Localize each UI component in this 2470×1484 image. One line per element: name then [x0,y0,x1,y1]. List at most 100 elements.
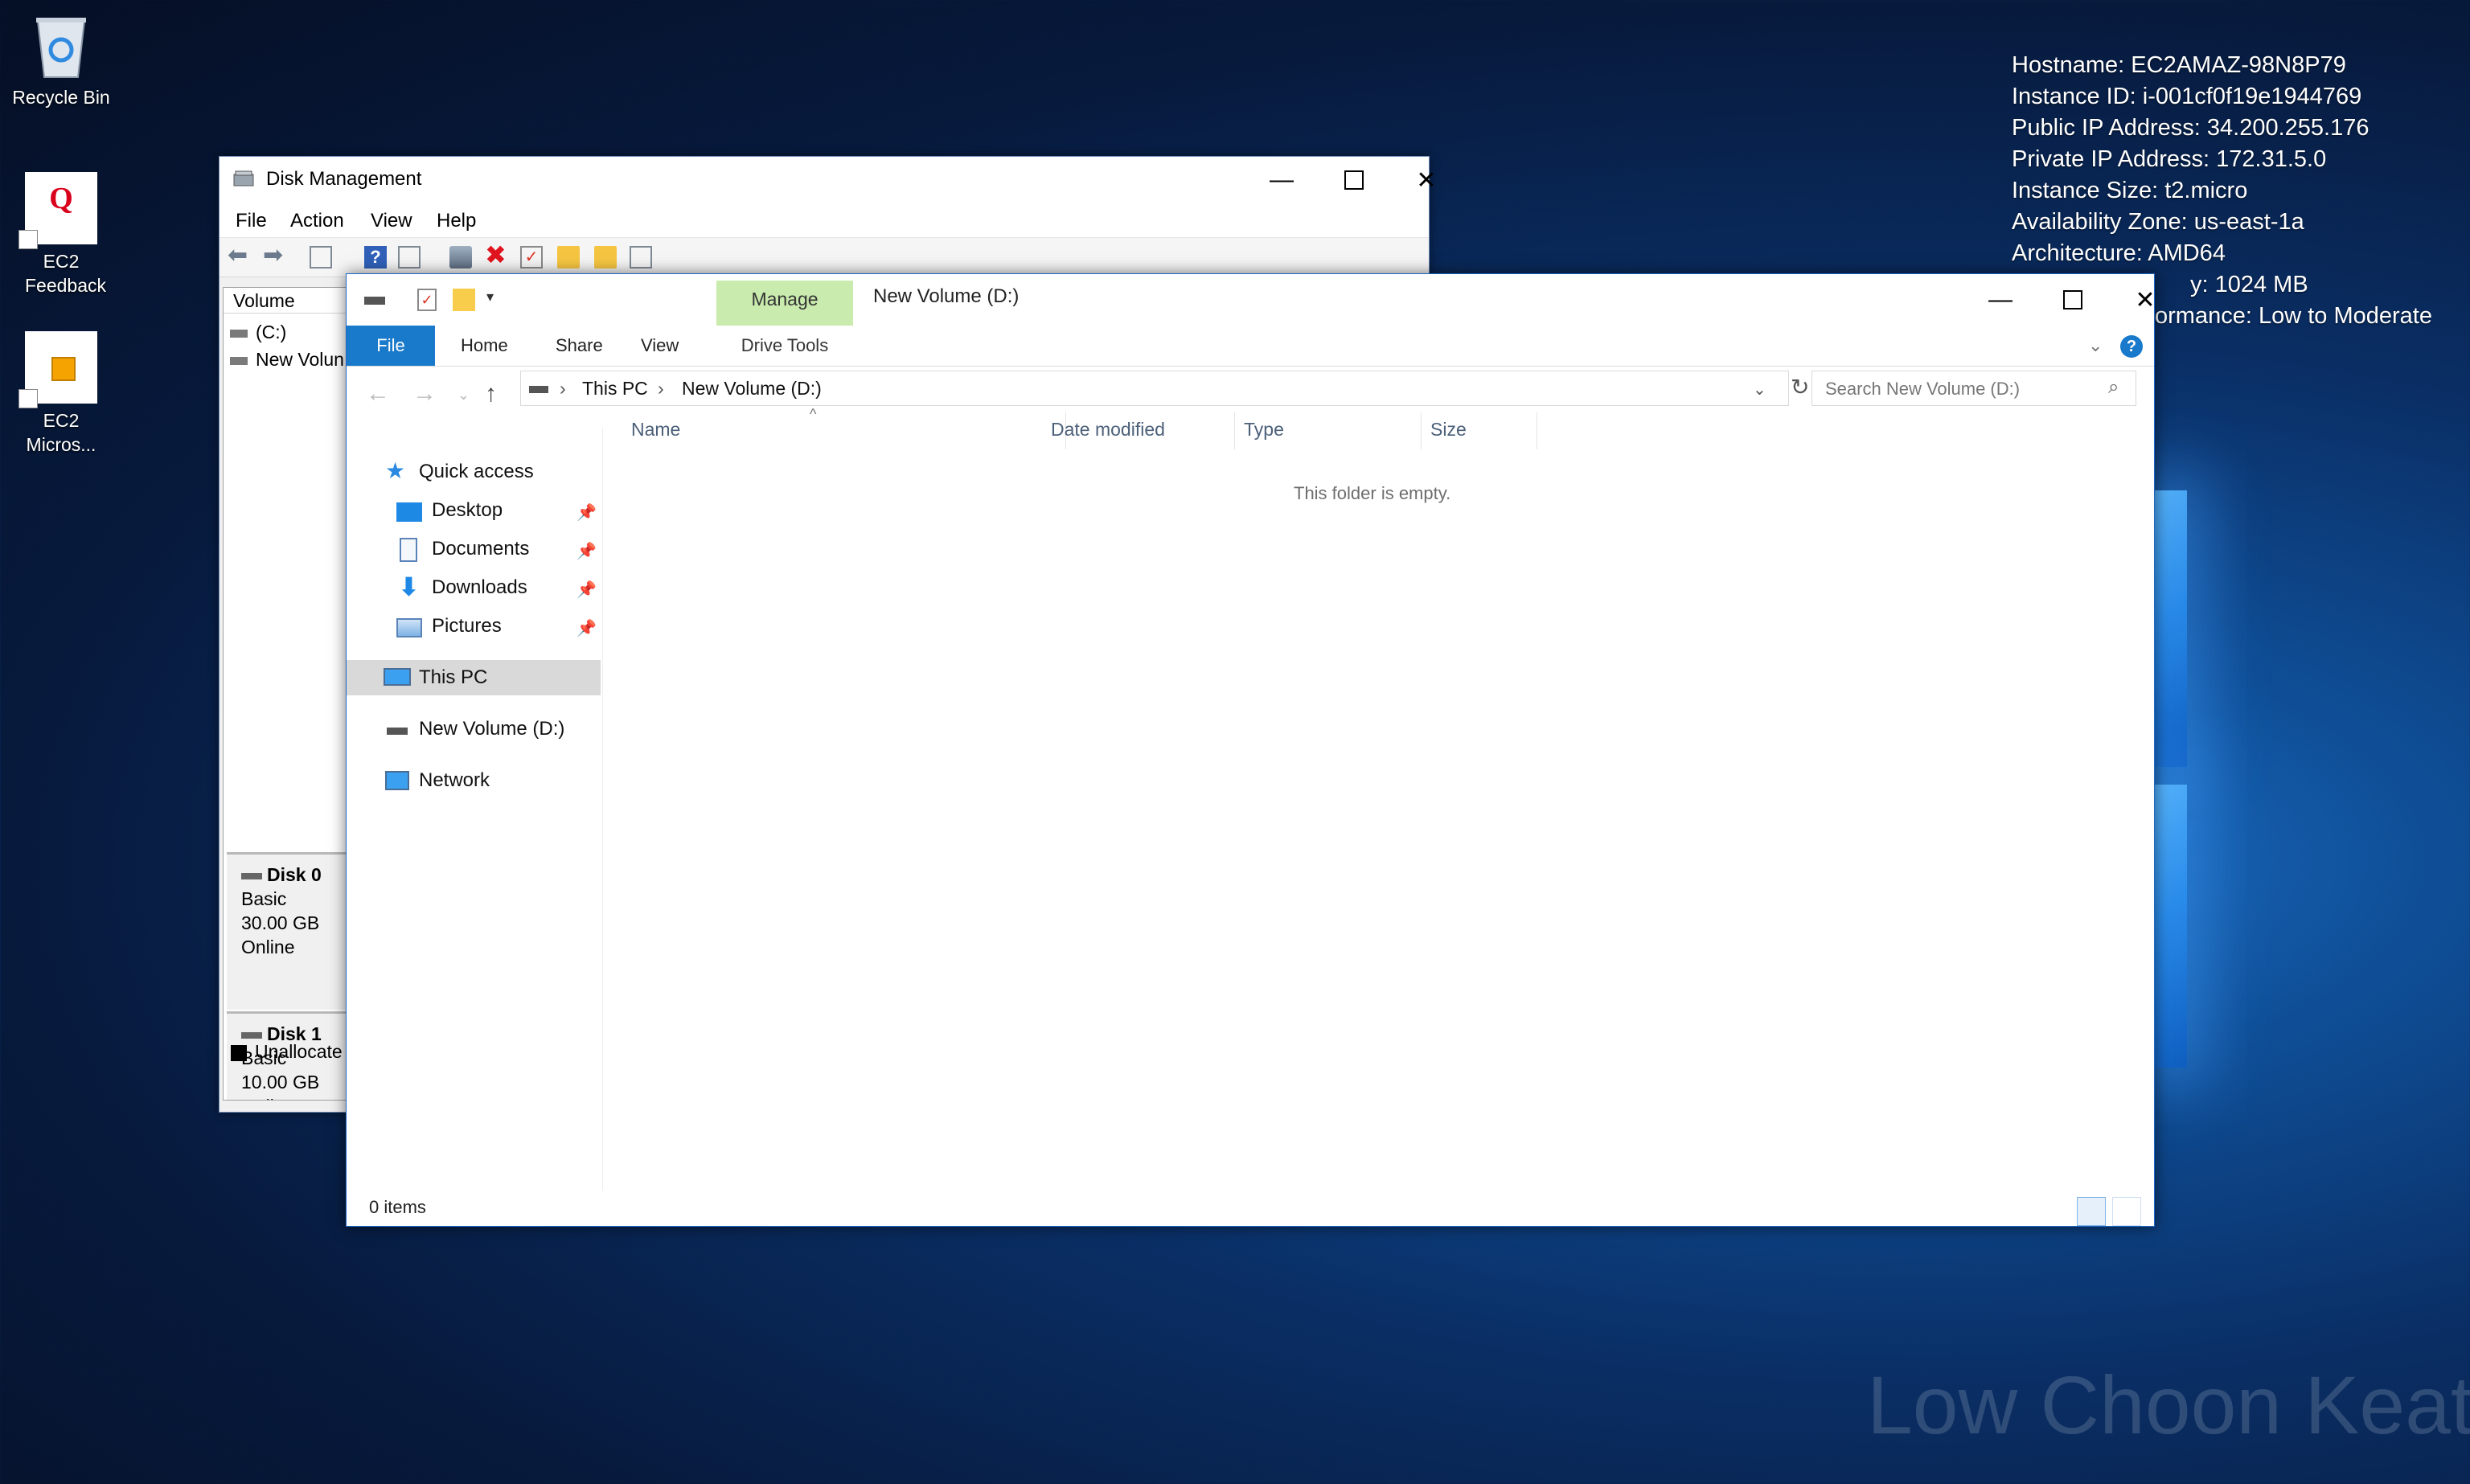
documents-folder-icon [400,538,417,562]
pictures-folder-icon [396,618,422,637]
forward-arrow-icon[interactable]: ➡ [263,241,285,269]
chevron-down-icon[interactable]: ⌄ [2088,335,2103,356]
explorer-titlebar[interactable]: ✓ ▾ New Volume (D:) — ✕ [347,274,2154,322]
pin-icon[interactable]: 📌 [576,618,597,638]
connect-icon[interactable] [449,246,472,269]
folder-up-icon[interactable] [557,246,580,269]
sort-ascending-icon: ^ [810,406,817,422]
tab-home[interactable]: Home [445,326,524,366]
info-private-ip: Private IP Address: 172.31.5.0 [2012,146,2327,172]
close-button[interactable]: ✕ [2109,274,2154,326]
nav-downloads[interactable]: ⬇ Downloads 📌 [347,570,601,605]
disk-size: 30.00 GB [241,912,320,933]
up-arrow-icon[interactable]: ↑ [485,380,497,408]
column-date-modified[interactable]: Date modified [1051,419,1165,453]
breadcrumb-this-pc[interactable]: This PC [582,378,648,400]
disk-type: Basic [241,888,287,909]
address-history-chevron-icon[interactable]: ⌄ [1753,379,1766,400]
disk-icon [241,1031,262,1039]
nav-label: Documents [432,538,530,560]
nav-quick-access[interactable]: ★ Quick access [347,454,601,490]
recent-locations-chevron-icon[interactable]: ⌄ [457,387,470,404]
drive-icon [230,356,248,365]
view-list-icon[interactable] [630,246,652,269]
menu-view[interactable]: View [371,210,412,232]
disk-status: Online [241,1094,349,1100]
window-title: New Volume (D:) [873,285,1020,307]
disk-status: Online [241,937,295,957]
tab-drive-tools[interactable]: Drive Tools [716,326,853,366]
nav-documents[interactable]: Documents 📌 [347,531,601,567]
unallocated-label: Unallocate [255,1041,343,1062]
nav-label: Quick access [419,461,534,482]
console-tree-icon[interactable] [310,246,332,269]
help-icon[interactable]: ? [2120,335,2143,358]
pin-icon[interactable]: 📌 [576,541,597,561]
volume-label: New Volun [256,349,344,370]
nav-desktop[interactable]: Desktop 📌 [347,493,601,528]
watermark: Low Choon Keat [1867,1359,2470,1451]
nav-this-pc[interactable]: This PC [347,660,601,695]
manage-contextual-tab[interactable]: Manage [716,281,853,326]
disk-icon [241,872,262,879]
column-separator[interactable] [1234,412,1235,449]
pin-icon[interactable]: 📌 [576,580,597,600]
search-input[interactable]: Search New Volume (D:) ⌕ [1811,371,2136,406]
column-name[interactable]: Name [631,419,680,453]
column-type[interactable]: Type [1244,419,1284,453]
tab-view[interactable]: View [625,326,695,366]
disk-0-panel[interactable]: Disk 0 Basic 30.00 GB Online [227,852,349,1010]
download-arrow-icon: ⬇ [398,572,420,601]
nav-new-volume[interactable]: New Volume (D:) [347,711,601,747]
column-separator[interactable] [1421,412,1422,449]
back-arrow-icon[interactable]: ← [366,380,390,408]
refresh-icon[interactable]: ↻ [1791,374,1809,400]
desktop-folder-icon [396,502,422,522]
ec2-micros-shortcut[interactable]: EC2 Micros... [5,331,117,457]
check-icon[interactable]: ✓ [520,246,543,269]
back-arrow-icon[interactable]: ⬅ [228,241,250,269]
recycle-bin-icon [31,13,91,80]
drive-icon [364,297,385,305]
shortcut-arrow-icon [18,230,38,249]
menu-action[interactable]: Action [290,210,344,232]
breadcrumb-current[interactable]: New Volume (D:) [682,378,822,400]
properties-icon[interactable] [398,246,421,269]
volume-row-c[interactable]: (C:) [230,322,286,343]
column-size[interactable]: Size [1430,419,1467,453]
forward-arrow-icon[interactable]: → [412,380,437,408]
disk-name-label: Disk 0 [267,864,322,885]
chevron-down-icon[interactable]: ▾ [486,289,494,305]
toolbar: ⬅ ➡ ? ✖ ✓ [220,238,1429,277]
nav-pictures[interactable]: Pictures 📌 [347,609,601,644]
volume-column-header[interactable]: Volume [224,288,349,314]
pin-icon[interactable]: 📌 [576,502,597,523]
help-icon[interactable]: ? [364,246,387,269]
maximize-button[interactable] [1318,157,1390,203]
minimize-button[interactable]: — [1964,274,2037,326]
ec2-package-icon [18,331,97,408]
minimize-button[interactable]: — [1245,157,1318,203]
tab-file[interactable]: File [347,326,435,366]
recycle-bin-shortcut[interactable]: Recycle Bin [5,13,117,109]
menu-file[interactable]: File [236,210,267,232]
info-architecture: Architecture: AMD64 [2012,240,2226,266]
close-button[interactable]: ✕ [1390,157,1463,203]
delete-icon[interactable]: ✖ [485,240,507,269]
new-folder-icon[interactable] [453,289,475,311]
maximize-button[interactable] [2037,274,2109,326]
window-title: Disk Management [266,168,422,190]
disk-management-titlebar[interactable]: Disk Management — ✕ [220,157,1437,203]
ec2-feedback-shortcut[interactable]: Q EC2 Feedback [5,172,117,297]
desktop-icon-label: Recycle Bin [12,87,110,108]
search-folder-icon[interactable] [594,246,617,269]
network-icon [385,771,409,790]
menu-help[interactable]: Help [437,210,476,232]
large-icons-view-icon[interactable] [2112,1197,2141,1226]
properties-check-icon[interactable]: ✓ [417,289,437,311]
volume-row-new[interactable]: New Volun [230,349,344,371]
address-bar[interactable]: › This PC › New Volume (D:) ⌄ [520,371,1789,406]
details-view-icon[interactable] [2077,1197,2106,1226]
nav-network[interactable]: Network [347,763,601,798]
tab-share[interactable]: Share [540,326,619,366]
